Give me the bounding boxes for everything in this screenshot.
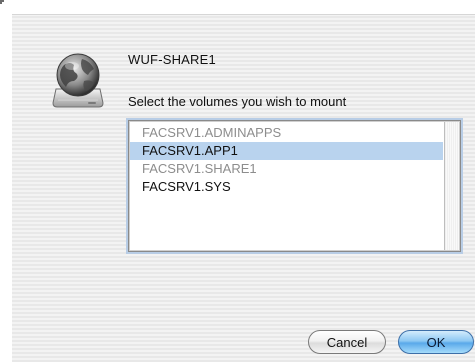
network-server-globe-icon (50, 51, 106, 111)
list-item-facsrv1-share1: FACSRV1.SHARE1 (142, 161, 257, 176)
server-name: WUF-SHARE1 (128, 52, 216, 67)
mount-prompt: Select the volumes you wish to mount (128, 94, 347, 109)
list-item-facsrv1-app1[interactable]: FACSRV1.APP1 (130, 142, 443, 160)
list-item-facsrv1-sys[interactable]: FACSRV1.SYS (130, 178, 443, 196)
window-corner-mark (0, 0, 4, 4)
cancel-button[interactable]: Cancel (308, 330, 386, 354)
list-item-facsrv1-adminapps: FACSRV1.ADMINAPPS (142, 125, 282, 140)
volume-list-scrollbar[interactable] (444, 122, 459, 250)
volume-list-rows: FACSRV1.ADMINAPPS FACSRV1.APP1 FACSRV1.S… (130, 124, 443, 196)
volume-list[interactable]: FACSRV1.ADMINAPPS FACSRV1.APP1 FACSRV1.S… (128, 120, 461, 252)
mount-volumes-dialog: WUF-SHARE1 Select the volumes you wish t… (12, 14, 475, 362)
ok-button[interactable]: OK (398, 330, 474, 354)
